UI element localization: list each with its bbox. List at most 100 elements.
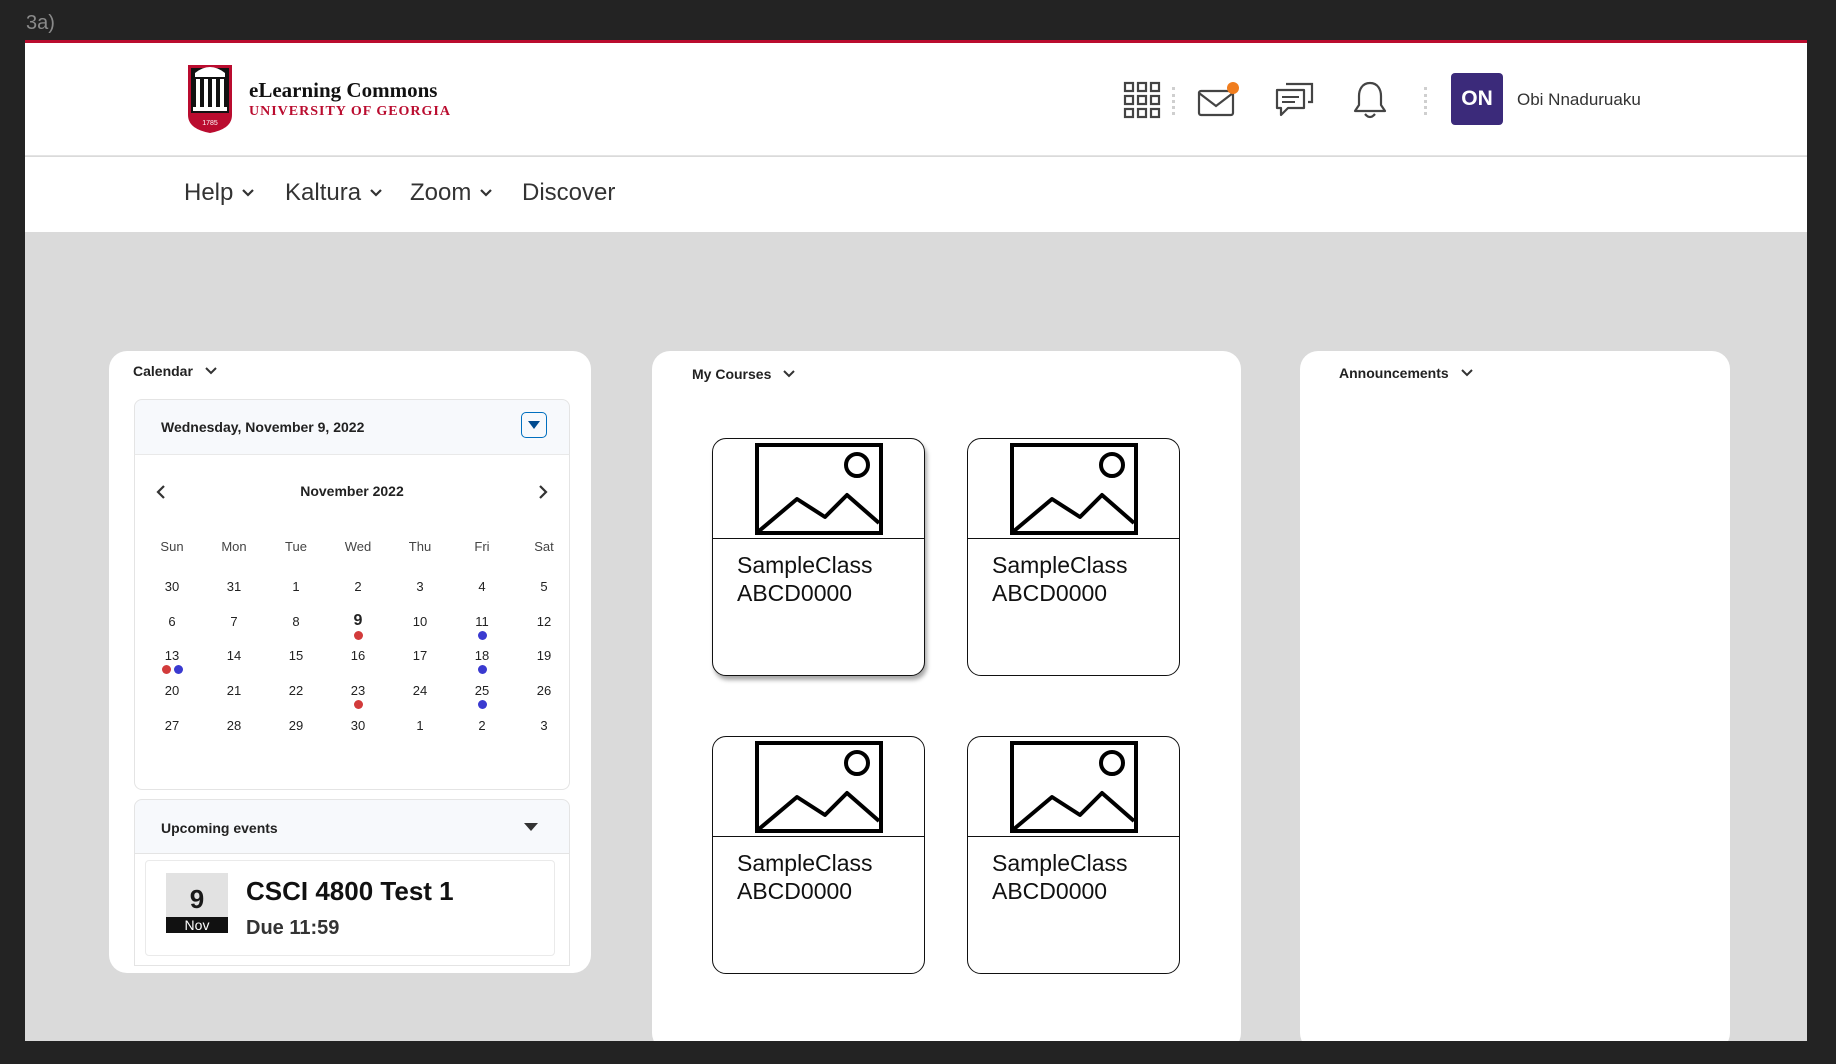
calendar-collapse-button[interactable]: [521, 412, 547, 438]
course-title: SampleClass: [737, 552, 873, 578]
announcements-title: Announcements: [1339, 365, 1449, 381]
calendar-day[interactable]: 1: [265, 579, 327, 594]
calendar-title: Calendar: [133, 363, 193, 379]
logo-title: eLearning Commons: [249, 78, 438, 102]
header-divider: [1424, 87, 1427, 115]
upcoming-events-header[interactable]: Upcoming events: [134, 799, 570, 854]
calendar-day[interactable]: 15: [265, 648, 327, 663]
header-divider: [1172, 87, 1175, 115]
event-dot: [161, 665, 171, 675]
nav-discover[interactable]: Discover: [522, 179, 615, 207]
calendar-day[interactable]: 26: [513, 683, 575, 698]
calendar-day[interactable]: 21: [203, 683, 265, 698]
event-dot: [353, 630, 363, 640]
calendar-day[interactable]: 18: [451, 648, 513, 663]
course-thumbnail: [713, 737, 924, 837]
course-card[interactable]: SampleClass ABCD0000: [712, 438, 925, 676]
calendar-day[interactable]: 10: [389, 614, 451, 629]
calendar-day[interactable]: 17: [389, 648, 451, 663]
weekday-label: Thu: [408, 539, 432, 554]
nav-label: Kaltura: [285, 179, 362, 206]
course-thumbnail: [968, 439, 1179, 539]
calendar-day[interactable]: 28: [203, 718, 265, 733]
calendar-day[interactable]: 7: [203, 614, 265, 629]
calendar-day[interactable]: 27: [141, 718, 203, 733]
my-courses-title-menu[interactable]: My Courses: [692, 366, 796, 382]
apps-grid-icon: [1123, 81, 1161, 119]
image-placeholder-icon: [754, 442, 883, 535]
mail-button[interactable]: [1195, 77, 1241, 123]
frame-label: 3a): [26, 12, 55, 34]
upcoming-events-title: Upcoming events: [161, 820, 278, 836]
calendar-day[interactable]: 31: [203, 579, 265, 594]
weekday-label: Fri: [474, 539, 490, 554]
calendar-day[interactable]: 13: [141, 648, 203, 663]
calendar-day[interactable]: 29: [265, 718, 327, 733]
calendar-day[interactable]: 20: [141, 683, 203, 698]
calendar-day[interactable]: 6: [141, 614, 203, 629]
calendar-day[interactable]: 12: [513, 614, 575, 629]
event-due: Due 11:59: [246, 917, 340, 939]
calendar-day[interactable]: 3: [513, 718, 575, 733]
calendar-day[interactable]: 1: [389, 718, 451, 733]
chat-button[interactable]: [1272, 77, 1318, 123]
announcements-title-menu[interactable]: Announcements: [1339, 365, 1473, 381]
site-logo[interactable]: 1785 eLearning Commons UNIVERSITY OF GEO…: [185, 63, 451, 135]
image-placeholder-icon: [754, 740, 883, 833]
course-card[interactable]: SampleClass ABCD0000: [712, 736, 925, 974]
calendar-day[interactable]: 14: [203, 648, 265, 663]
nav-zoom[interactable]: Zoom: [410, 179, 493, 207]
calendar-day[interactable]: 19: [513, 648, 575, 663]
chevron-down-icon: [242, 189, 255, 197]
course-name: SampleClass ABCD0000: [737, 551, 873, 607]
course-card[interactable]: SampleClass ABCD0000: [967, 438, 1180, 676]
nav-kaltura[interactable]: Kaltura: [285, 179, 383, 207]
calendar-day[interactable]: 4: [451, 579, 513, 594]
calendar-day[interactable]: 5: [513, 579, 575, 594]
lms-screen: 1785 eLearning Commons UNIVERSITY OF GEO…: [25, 40, 1807, 1041]
calendar-day[interactable]: 8: [265, 614, 327, 629]
calendar-day[interactable]: 9: [327, 612, 389, 630]
calendar-day[interactable]: 30: [141, 579, 203, 594]
course-code: ABCD0000: [992, 878, 1108, 904]
nav-help[interactable]: Help: [184, 179, 255, 207]
calendar-title-menu[interactable]: Calendar: [133, 363, 217, 379]
main-nav: Help Kaltura Zoom Discover: [25, 157, 1807, 232]
calendar-day[interactable]: 24: [389, 683, 451, 698]
course-thumbnail: [713, 439, 924, 539]
event-item[interactable]: 9 Nov CSCI 4800 Test 1 Due 11:59: [145, 860, 555, 956]
calendar-day[interactable]: 25: [451, 683, 513, 698]
calendar-day[interactable]: 30: [327, 718, 389, 733]
caret-down-icon: [528, 421, 540, 429]
course-name: SampleClass ABCD0000: [992, 551, 1128, 607]
course-name: SampleClass ABCD0000: [992, 849, 1128, 905]
user-avatar[interactable]: ON: [1451, 73, 1503, 125]
user-name[interactable]: Obi Nnaduruaku: [1517, 90, 1641, 110]
logo-text: eLearning Commons UNIVERSITY OF GEORGIA: [249, 78, 451, 120]
chevron-down-icon: [1460, 369, 1473, 377]
calendar-day[interactable]: 3: [389, 579, 451, 594]
calendar-day[interactable]: 23: [327, 683, 389, 698]
course-title: SampleClass: [992, 552, 1128, 578]
upcoming-events-list: 9 Nov CSCI 4800 Test 1 Due 11:59: [134, 854, 570, 966]
selected-date: Wednesday, November 9, 2022: [161, 419, 365, 435]
event-indicator: [141, 665, 203, 675]
chevron-right-icon[interactable]: [533, 483, 551, 501]
calendar-day[interactable]: 16: [327, 648, 389, 663]
course-code: ABCD0000: [737, 580, 853, 606]
calendar-day[interactable]: 11: [451, 614, 513, 629]
course-card[interactable]: SampleClass ABCD0000: [967, 736, 1180, 974]
logo-subtitle: UNIVERSITY OF GEORGIA: [249, 104, 451, 119]
apps-grid-button[interactable]: [1119, 77, 1165, 123]
calendar-day[interactable]: 22: [265, 683, 327, 698]
event-date-badge: 9 Nov: [166, 873, 228, 935]
event-title[interactable]: CSCI 4800 Test 1: [246, 876, 454, 907]
chevron-down-icon: [370, 189, 382, 197]
course-title: SampleClass: [992, 850, 1128, 876]
calendar-day[interactable]: 2: [327, 579, 389, 594]
notification-dot: [1227, 82, 1239, 94]
calendar-day[interactable]: 2: [451, 718, 513, 733]
caret-down-icon: [524, 823, 538, 831]
notifications-button[interactable]: [1347, 77, 1393, 123]
event-dot: [173, 665, 183, 675]
